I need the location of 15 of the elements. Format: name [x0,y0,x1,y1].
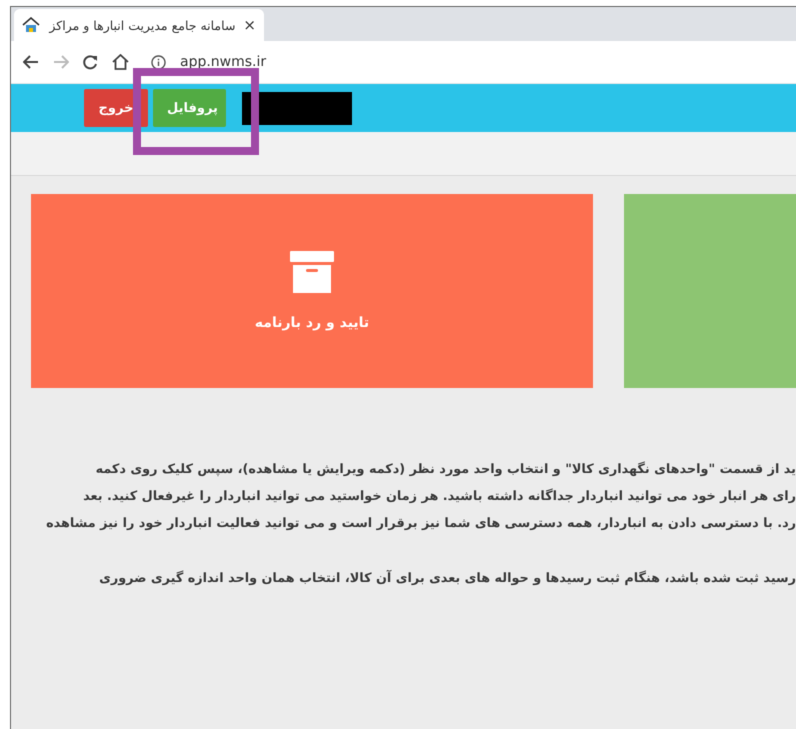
house-icon [22,17,40,33]
help-text-line: رد. با دسترسی دادن به انباردار، همه دسترسی های شما نیز برقرار است و می توانید فعالیت انباردار خود را نیز مشاهده [46,515,796,533]
home-icon[interactable] [112,54,129,70]
tab-title: سامانه جامع مدیریت انبارها و مراکز [48,18,236,32]
url-text[interactable]: app.nwms.ir [180,54,266,70]
card-title: تایید و رد بارنامه [254,315,370,331]
close-button[interactable]: × [243,16,256,34]
help-text-line: ید از قسمت "واحدهای نگهداری کالا" و انتخاب واحد مورد نظر (دکمه ویرایش یا مشاهده)، سپس کلیک روی دکمه [96,460,796,479]
reload-icon[interactable] [83,54,98,70]
archive-box-icon [290,251,334,293]
info-icon[interactable] [151,54,166,70]
help-text-line: رسید ثبت شده باشد، هنگام ثبت رسیدها و حواله های بعدی برای آن کالا، انتخاب همان واحد اندازه گیری ضروری [99,568,796,588]
help-text-line: رای هر انبار خود می توانید انباردار جداگانه داشته باشید. هر زمان خواستید می توانید انباردار را غیرفعال کنید. بعد [83,488,796,506]
browser-tab[interactable]: × سامانه جامع مدیریت انبارها و مراکز [14,9,264,41]
back-icon[interactable] [23,55,39,69]
